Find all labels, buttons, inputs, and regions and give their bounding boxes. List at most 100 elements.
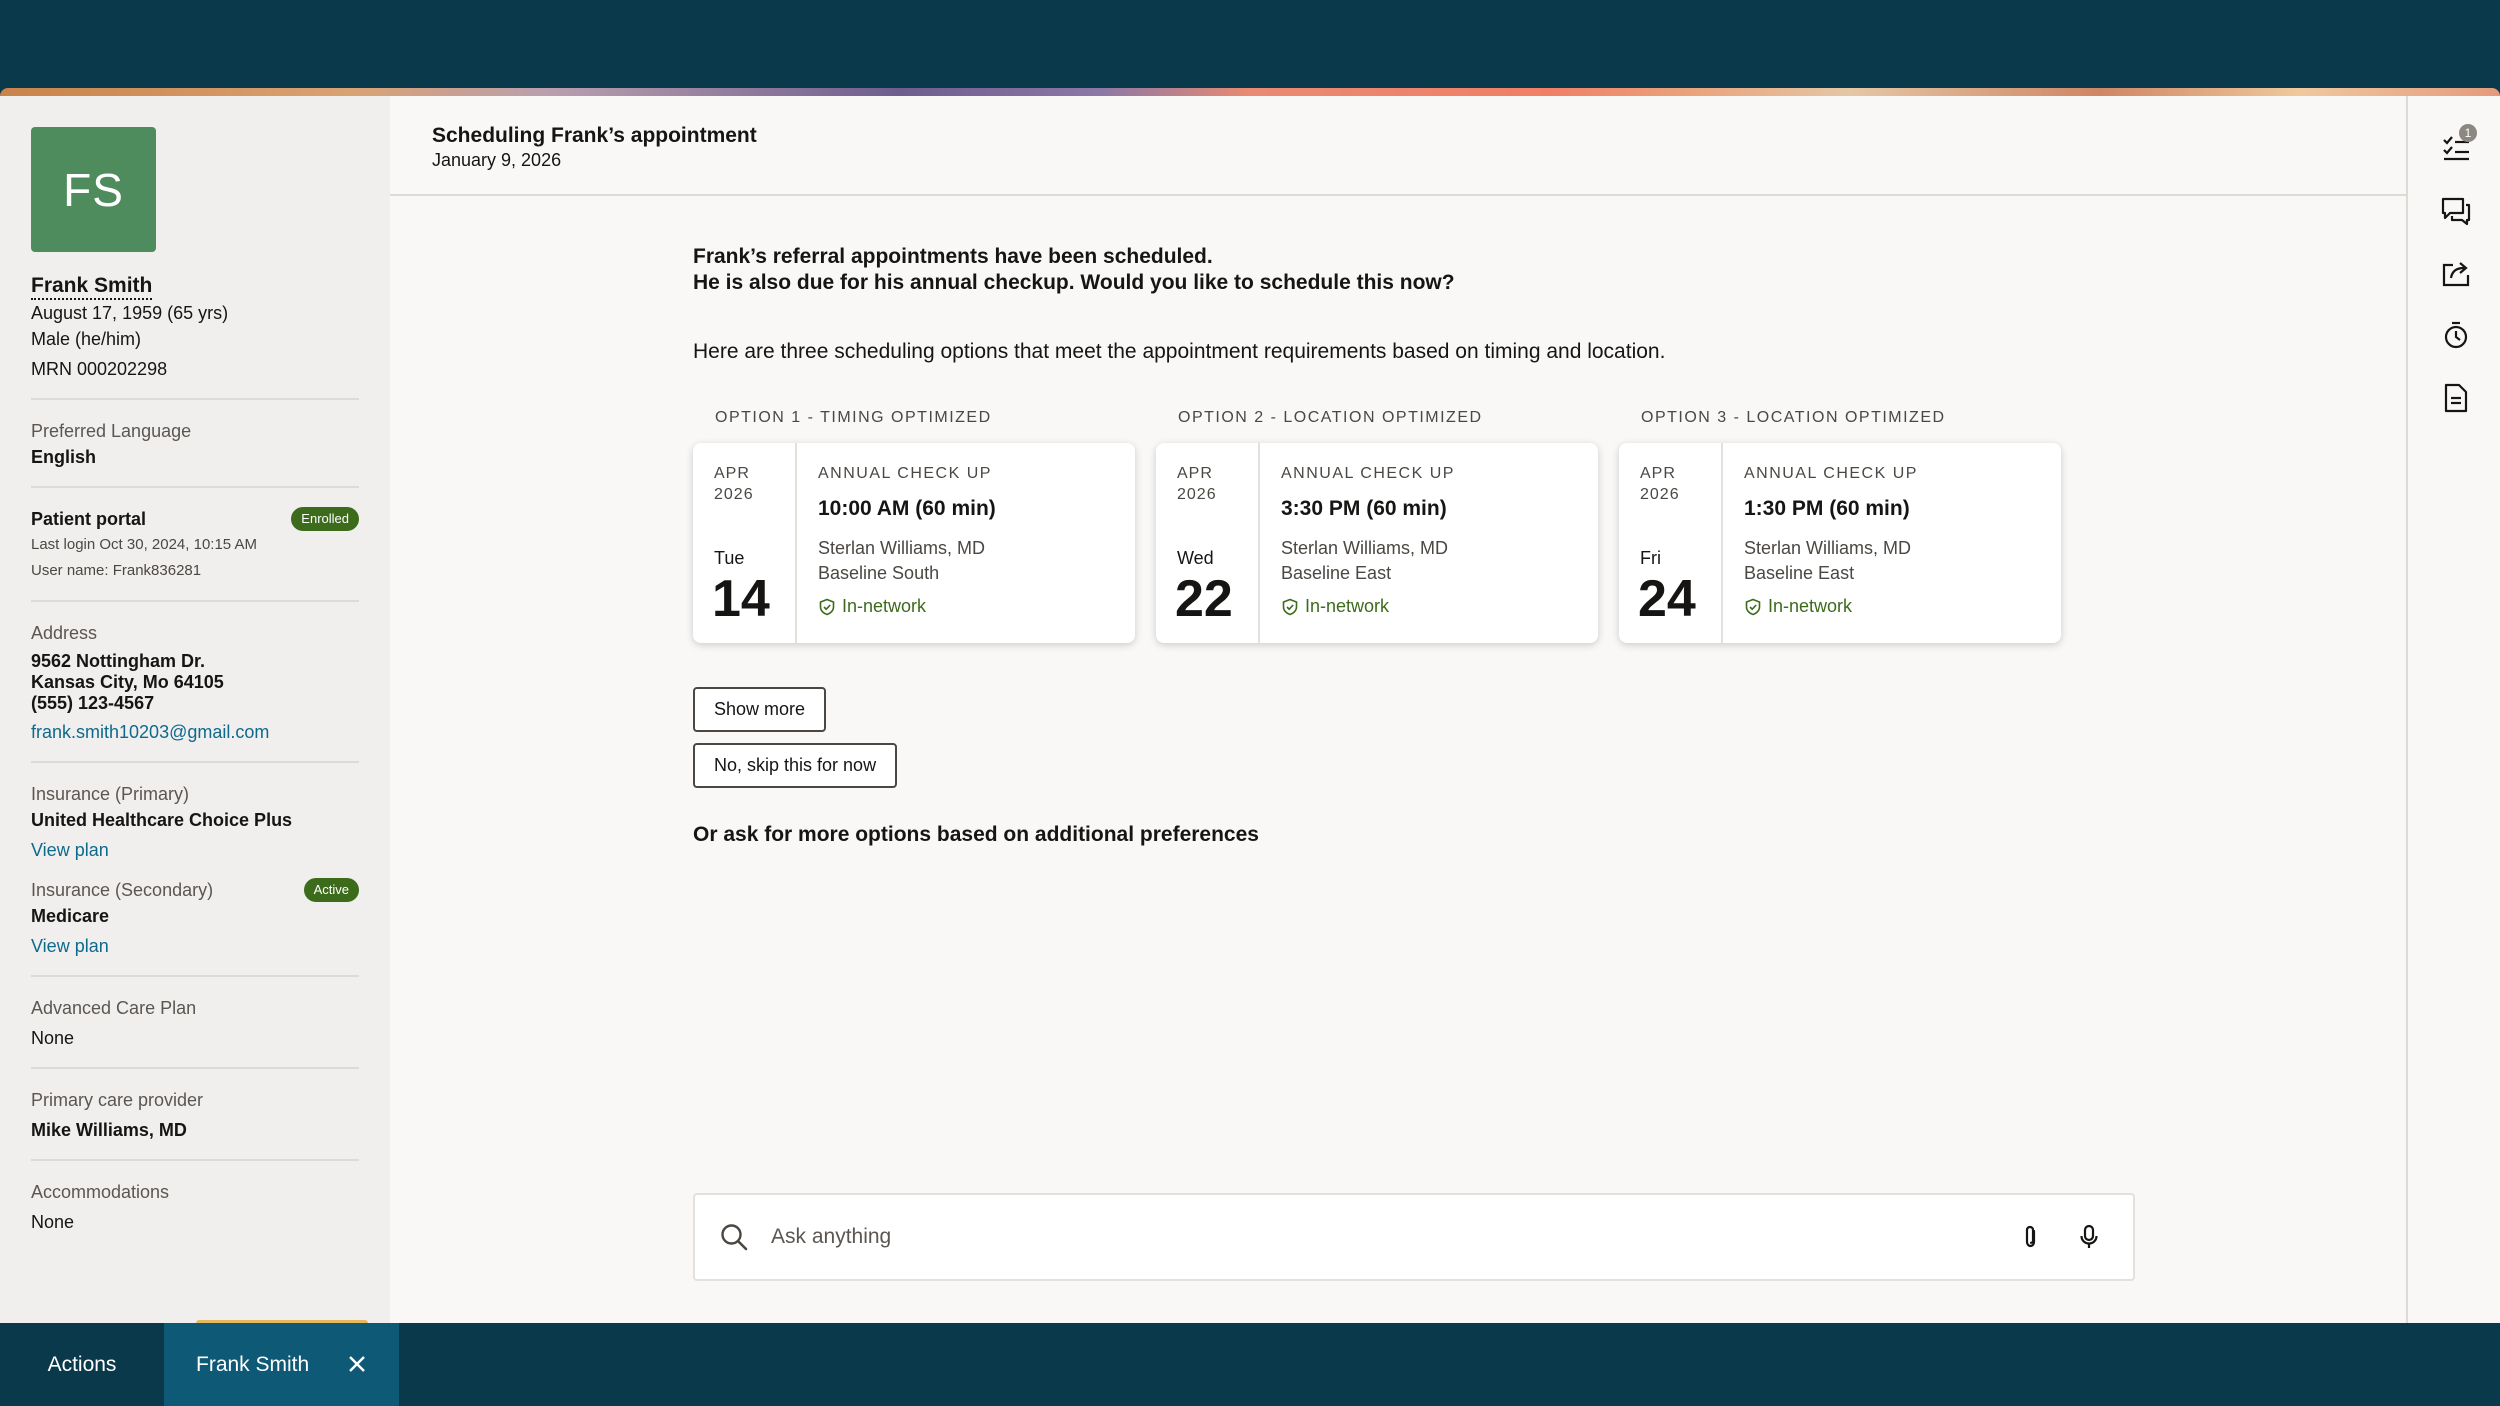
- option-3: OPTION 3 - LOCATION OPTIMIZED APR 2026 F…: [1619, 407, 2061, 643]
- avatar: FS: [31, 127, 156, 252]
- card-weekday: Fri: [1640, 548, 1661, 568]
- view-plan-secondary-link[interactable]: View plan: [31, 933, 359, 959]
- network-status: In-network: [1281, 596, 1455, 617]
- tasks-button[interactable]: 1: [2439, 124, 2477, 164]
- share-button[interactable]: [2439, 256, 2473, 290]
- insurance-secondary-label: Insurance (Secondary): [31, 880, 214, 900]
- card-weekday: Tue: [714, 548, 745, 568]
- appointment-card[interactable]: APR 2026 Wed 22 ANNUAL CHECK UP 3:30 PM …: [1156, 443, 1598, 643]
- accommodations-value: None: [31, 1212, 75, 1232]
- portal-last-login: Last login Oct 30, 2024, 10:15 AM: [31, 536, 257, 553]
- shield-check-icon: [1745, 598, 1761, 615]
- appointment-time: 10:00 AM (60 min): [818, 497, 996, 520]
- show-more-button[interactable]: Show more: [693, 687, 827, 732]
- appointment-location: Baseline East: [1281, 563, 1392, 583]
- portal-label: Patient portal: [31, 509, 147, 529]
- page-title: Scheduling Frank’s appointment: [432, 124, 757, 147]
- chat-button[interactable]: [2439, 194, 2473, 228]
- language-value: English: [31, 447, 97, 467]
- card-month: APR: [1177, 465, 1213, 482]
- paperclip-icon: [2025, 1225, 2036, 1248]
- bottom-bar: Actions Frank Smith: [0, 1323, 2500, 1406]
- appointment-location: Baseline East: [1744, 563, 1855, 583]
- tab-label: Frank Smith: [196, 1352, 310, 1376]
- option-heading: OPTION 3 - LOCATION OPTIMIZED: [1641, 409, 1946, 426]
- accommodations-label: Accommodations: [31, 1182, 170, 1202]
- main-header: Scheduling Frank’s appointment January 9…: [390, 96, 2406, 196]
- message-description: Here are three scheduling options that m…: [693, 340, 1666, 363]
- decorative-banner: [0, 88, 2500, 96]
- patient-sex: Male (he/him): [31, 329, 142, 349]
- actions-button[interactable]: Actions: [0, 1323, 164, 1406]
- pcp-label: Primary care provider: [31, 1090, 204, 1110]
- view-plan-primary-link[interactable]: View plan: [31, 837, 359, 863]
- message-line-2: He is also due for his annual checkup. W…: [693, 271, 1455, 294]
- divider: [31, 398, 359, 400]
- status-badge: Active: [303, 878, 359, 902]
- patient-dob: August 17, 1959 (65 yrs): [31, 303, 229, 323]
- tasks-count-badge: 1: [2459, 124, 2477, 142]
- network-status: In-network: [818, 596, 996, 617]
- appointment-type: ANNUAL CHECK UP: [1281, 465, 1455, 482]
- card-day: 24: [1638, 570, 1696, 628]
- option-1: OPTION 1 - TIMING OPTIMIZED APR 2026 Tue…: [693, 407, 1135, 643]
- shield-check-icon: [1282, 598, 1298, 615]
- patient-sidebar: FS Frank Smith August 17, 1959 (65 yrs) …: [0, 96, 390, 1323]
- insurance-secondary-value: Medicare: [31, 906, 110, 926]
- appointment-card[interactable]: APR 2026 Tue 14 ANNUAL CHECK UP 10:00 AM…: [693, 443, 1135, 643]
- microphone-icon: [2080, 1224, 2098, 1248]
- email-link[interactable]: frank.smith10203@gmail.com: [31, 719, 359, 745]
- card-info: ANNUAL CHECK UP 1:30 PM (60 min) Sterlan…: [1723, 443, 1939, 643]
- attach-button[interactable]: [2011, 1217, 2051, 1257]
- tab-frank-smith[interactable]: Frank Smith: [164, 1323, 399, 1406]
- microphone-button[interactable]: [2069, 1217, 2109, 1257]
- option-heading: OPTION 1 - TIMING OPTIMIZED: [715, 409, 992, 426]
- timer-icon: [2444, 321, 2468, 349]
- document-button[interactable]: [2439, 381, 2473, 415]
- divider: [31, 761, 359, 763]
- search-icon: [721, 1224, 748, 1251]
- appointment-card[interactable]: APR 2026 Fri 24 ANNUAL CHECK UP 1:30 PM …: [1619, 443, 2061, 643]
- card-date: APR 2026 Fri 24: [1619, 443, 1723, 643]
- network-status: In-network: [1744, 596, 1918, 617]
- card-year: 2026: [714, 486, 754, 503]
- assistant-message: Frank’s referral appointments have been …: [693, 244, 2193, 848]
- card-date: APR 2026 Wed 22: [1156, 443, 1260, 643]
- ask-more-prompt: Or ask for more options based on additio…: [693, 823, 1259, 846]
- chat-icon: [2441, 197, 2471, 226]
- skip-button[interactable]: No, skip this for now: [693, 743, 898, 788]
- card-month: APR: [1640, 465, 1676, 482]
- shield-check-icon: [819, 598, 835, 615]
- address-label: Address: [31, 623, 98, 643]
- close-icon[interactable]: [345, 1352, 369, 1376]
- appointment-provider: Sterlan Williams, MD: [1281, 538, 1449, 558]
- ask-input[interactable]: [771, 1225, 1993, 1249]
- address-line1: 9562 Nottingham Dr.: [31, 651, 206, 671]
- right-rail: 1: [2406, 96, 2500, 1323]
- appointment-time: 3:30 PM (60 min): [1281, 497, 1447, 520]
- timer-button[interactable]: [2439, 318, 2473, 352]
- portal-username: User name: Frank836281: [31, 562, 202, 579]
- card-year: 2026: [1640, 486, 1680, 503]
- page-date: January 9, 2026: [432, 150, 562, 170]
- card-date: APR 2026 Tue 14: [693, 443, 797, 643]
- patient-name[interactable]: Frank Smith: [31, 274, 153, 300]
- divider: [31, 486, 359, 488]
- card-day: 14: [712, 570, 770, 628]
- share-icon: [2442, 262, 2470, 287]
- card-day: 22: [1175, 570, 1233, 628]
- language-label: Preferred Language: [31, 421, 192, 441]
- network-label: In-network: [842, 596, 927, 616]
- divider: [31, 975, 359, 977]
- appointment-time: 1:30 PM (60 min): [1744, 497, 1910, 520]
- main-panel: Scheduling Frank’s appointment January 9…: [390, 96, 2406, 1323]
- appointment-type: ANNUAL CHECK UP: [1744, 465, 1918, 482]
- appointment-type: ANNUAL CHECK UP: [818, 465, 992, 482]
- card-info: ANNUAL CHECK UP 10:00 AM (60 min) Sterla…: [797, 443, 1017, 643]
- option-heading: OPTION 2 - LOCATION OPTIMIZED: [1178, 409, 1483, 426]
- pcp-value: Mike Williams, MD: [31, 1120, 187, 1140]
- document-icon: [2444, 383, 2468, 413]
- card-weekday: Wed: [1177, 548, 1214, 568]
- divider: [31, 600, 359, 602]
- insurance-primary-value: United Healthcare Choice Plus: [31, 810, 293, 830]
